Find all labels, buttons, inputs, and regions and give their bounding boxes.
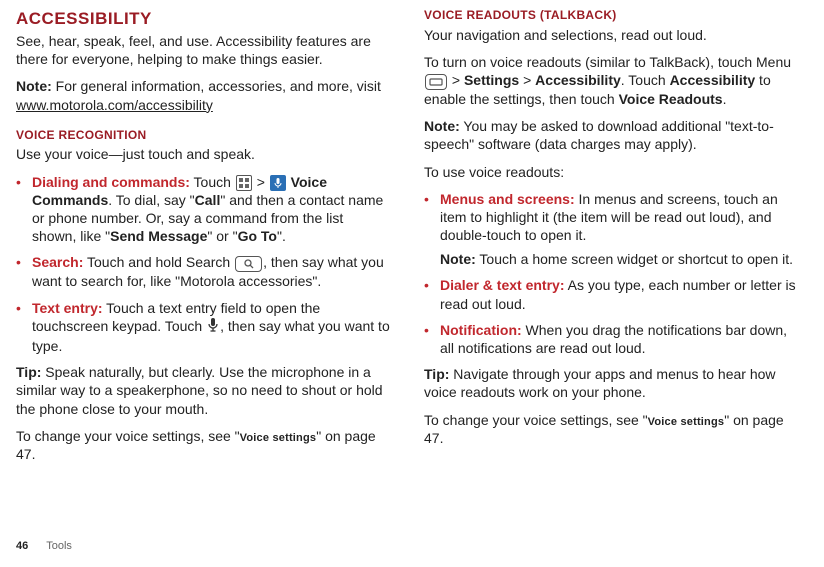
t: Touch <box>190 174 235 190</box>
t: To change your voice settings, see " <box>424 412 648 428</box>
t: . <box>723 91 727 107</box>
readouts-intro: Your navigation and selections, read out… <box>424 26 798 44</box>
voice-intro: Use your voice—just touch and speak. <box>16 145 390 163</box>
left-column: ACCESSIBILITY See, hear, speak, feel, an… <box>16 8 390 567</box>
bullet-notification: Notification: When you drag the notifica… <box>424 321 798 357</box>
bullet-title: Search: <box>32 254 83 270</box>
accessibility-link[interactable]: www.motorola.com/accessibility <box>16 97 213 113</box>
t: " or " <box>207 228 237 244</box>
note-body: You may be asked to download additional … <box>424 118 774 152</box>
heading-accessibility: ACCESSIBILITY <box>16 8 390 30</box>
bullet-text-entry: Text entry: Touch a text entry field to … <box>16 299 390 356</box>
bullet-title: Text entry: <box>32 300 103 316</box>
note-download: Note: You may be asked to download addit… <box>424 117 798 153</box>
page-number: 46 <box>16 540 28 552</box>
bullet-search: Search: Touch and hold Search , then say… <box>16 253 390 290</box>
voice-settings-ref: To change your voice settings, see "Voic… <box>16 427 390 463</box>
call-label: Call <box>195 192 221 208</box>
accessibility-label-2: Accessibility <box>670 72 756 88</box>
tip-speak: Tip: Speak naturally, but clearly. Use t… <box>16 363 390 418</box>
note-label: Note: <box>440 251 476 267</box>
readouts-bullets: Menus and screens: In menus and screens,… <box>424 190 798 358</box>
bullet-title: Dialer & text entry: <box>440 277 564 293</box>
bullet-title: Menus and screens: <box>440 191 575 207</box>
use-intro: To use voice readouts: <box>424 163 798 181</box>
voice-commands-icon <box>270 175 286 191</box>
page-footer: 46 Tools <box>16 539 72 553</box>
note-general: Note: For general information, accessori… <box>16 77 390 113</box>
section-label: Tools <box>46 540 72 552</box>
t: Touch a home screen widget or shortcut t… <box>476 251 793 267</box>
search-key-icon <box>235 256 262 272</box>
t: To turn on voice readouts (similar to Ta… <box>424 54 791 70</box>
send-message-label: Send Message <box>110 228 207 244</box>
bullet-menus: Menus and screens: In menus and screens,… <box>424 190 798 269</box>
menu-key-icon <box>425 74 447 90</box>
tip-navigate: Tip: Navigate through your apps and menu… <box>424 365 798 401</box>
voice-settings-xref: Voice settings <box>240 432 317 444</box>
t: To change your voice settings, see " <box>16 428 240 444</box>
menu-key-icon <box>236 175 252 191</box>
goto-label: Go To <box>238 228 277 244</box>
heading-voice-readouts: VOICE READOUTS (TALKBACK) <box>424 8 798 24</box>
settings-label: Settings <box>464 72 519 88</box>
t: . To dial, say " <box>108 192 194 208</box>
t: > <box>253 174 269 190</box>
microphone-icon <box>207 317 219 337</box>
bullet-title: Notification: <box>440 322 522 338</box>
page: ACCESSIBILITY See, hear, speak, feel, an… <box>0 0 824 567</box>
bullet-dialing: Dialing and commands: Touch > Voice Comm… <box>16 173 390 246</box>
voice-readouts-label: Voice Readouts <box>619 91 723 107</box>
tip-body: Navigate through your apps and menus to … <box>424 366 776 400</box>
tip-body: Speak naturally, but clearly. Use the mi… <box>16 364 383 416</box>
right-column: VOICE READOUTS (TALKBACK) Your navigatio… <box>424 8 798 567</box>
accessibility-label: Accessibility <box>535 72 621 88</box>
t: > <box>448 72 464 88</box>
bullet-dialer: Dialer & text entry: As you type, each n… <box>424 276 798 312</box>
note-body: For general information, accessories, an… <box>52 78 381 94</box>
voice-settings-xref: Voice settings <box>648 416 725 428</box>
t: > <box>519 72 535 88</box>
note-label: Note: <box>424 118 460 134</box>
t: . Touch <box>621 72 670 88</box>
readouts-enable: To turn on voice readouts (similar to Ta… <box>424 53 798 108</box>
t: Touch and hold Search <box>83 254 234 270</box>
voice-settings-ref-2: To change your voice settings, see "Voic… <box>424 411 798 447</box>
intro-text: See, hear, speak, feel, and use. Accessi… <box>16 32 390 68</box>
tip-label: Tip: <box>16 364 41 380</box>
bullet-title: Dialing and commands: <box>32 174 190 190</box>
t: ". <box>277 228 286 244</box>
heading-voice-recognition: VOICE RECOGNITION <box>16 128 390 144</box>
voice-bullets: Dialing and commands: Touch > Voice Comm… <box>16 173 390 356</box>
tip-label: Tip: <box>424 366 449 382</box>
note-label: Note: <box>16 78 52 94</box>
